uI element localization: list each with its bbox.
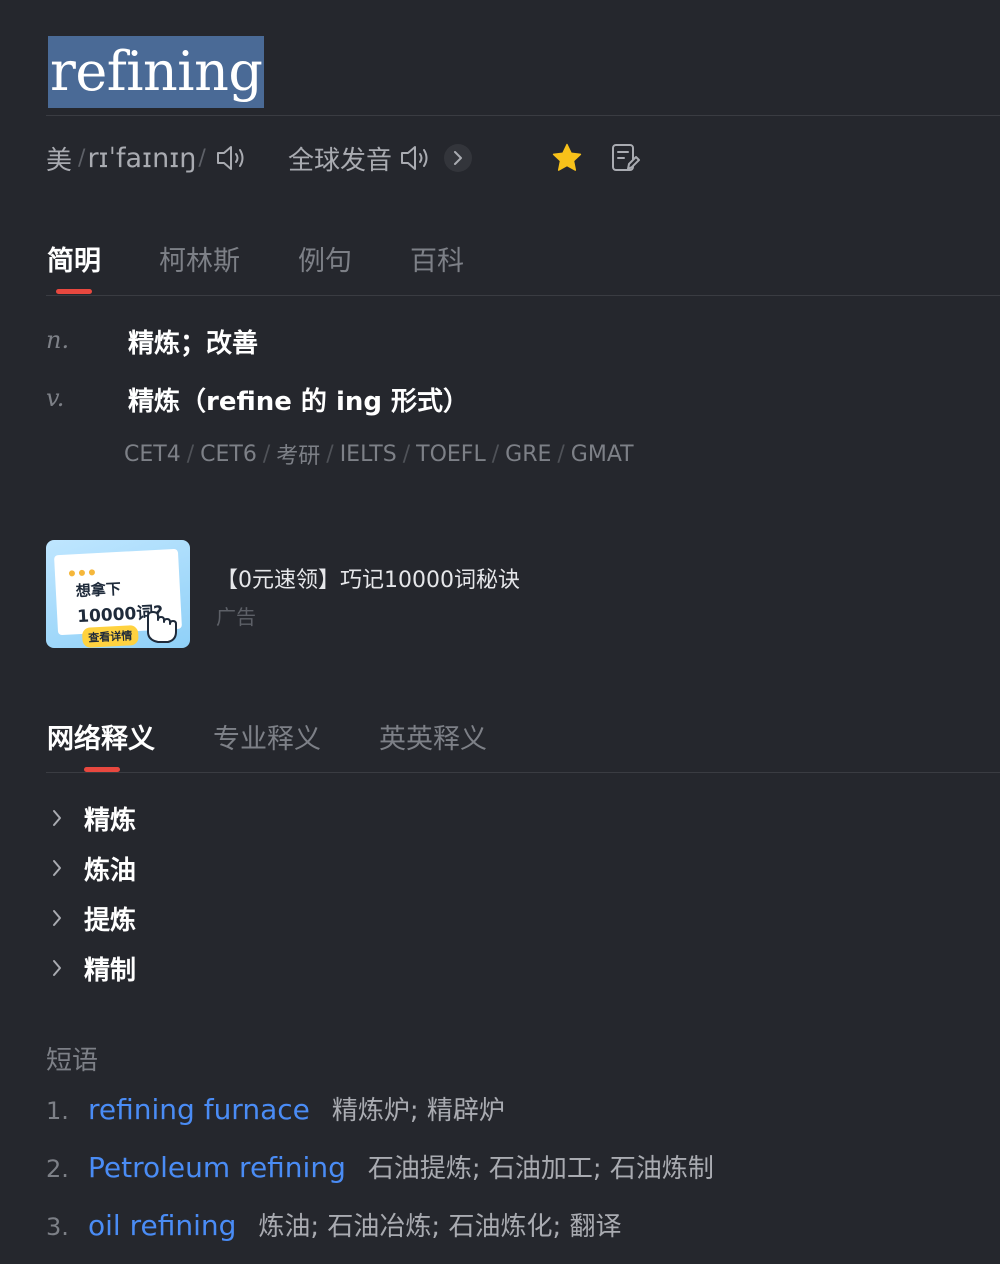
tag-separator: / <box>186 441 195 467</box>
headword: refining <box>48 36 265 108</box>
part-of-speech: v. <box>46 384 65 412</box>
global-pronunciation-label: 全球发音 <box>288 145 393 176</box>
divider <box>46 115 1000 116</box>
pronunciation-row: 美 / rɪˈfaɪnɪŋ / <box>46 138 248 178</box>
web-definition-tabs: 网络释义 专业释义 英英释义 <box>47 716 487 756</box>
tag-separator: / <box>326 441 334 467</box>
divider <box>46 295 1000 296</box>
list-item-label: 炼油 <box>84 855 137 886</box>
tab-web-definition[interactable]: 网络释义 <box>47 717 155 756</box>
list-item[interactable]: 炼油 <box>50 848 136 888</box>
tab-collins[interactable]: 柯林斯 <box>159 239 240 278</box>
divider <box>46 772 1000 773</box>
chevron-right-icon <box>53 860 61 876</box>
chevron-right-icon <box>53 910 61 926</box>
exam-tag: CET6 <box>200 441 257 467</box>
active-tab-indicator <box>56 289 92 294</box>
tab-professional-definition[interactable]: 专业释义 <box>213 717 321 756</box>
tab-concise[interactable]: 简明 <box>47 239 101 278</box>
tag-separator: / <box>491 441 500 467</box>
note-edit-icon[interactable] <box>609 142 641 178</box>
definition-tabs: 简明 柯林斯 例句 百科 <box>47 238 464 278</box>
list-item[interactable]: 精炼 <box>50 798 136 838</box>
exam-tag: GRE <box>505 441 552 467</box>
ad-image-button: 查看详情 <box>81 625 139 648</box>
list-item-label: 精炼 <box>84 805 137 836</box>
phonetic-slash: / <box>78 145 86 171</box>
ad-dots <box>68 569 96 577</box>
exam-tags: CET4 / CET6 / 考研 / IELTS / TOEFL / GRE /… <box>124 438 634 470</box>
chevron-right-icon[interactable] <box>444 144 473 172</box>
tab-english-definition[interactable]: 英英释义 <box>379 717 487 756</box>
definition-text: 精炼（refine 的 ing 形式） <box>128 387 470 417</box>
phrase-translation: 炼油; 石油冶炼; 石油炼化; 翻译 <box>258 1212 622 1242</box>
ad-image-line1: 想拿下 <box>75 579 122 601</box>
phrase-row: 1. refining furnace 精炼炉; 精辟炉 <box>46 1090 505 1130</box>
list-item-label: 精制 <box>84 955 137 986</box>
exam-tag: CET4 <box>124 441 181 467</box>
definition-text: 精炼；改善 <box>128 329 259 359</box>
hand-pointer-icon <box>147 611 177 643</box>
ad-title[interactable]: 【0元速领】巧记10000词秘诀 <box>216 562 520 594</box>
chevron-right-icon <box>53 810 61 826</box>
part-of-speech: n. <box>46 326 70 354</box>
phonetic-slash: / <box>198 145 206 171</box>
chevron-right-icon <box>53 960 61 976</box>
ad-image[interactable]: 想拿下 10000词? 查看详情 <box>46 540 190 648</box>
phrase-number: 3. <box>46 1213 69 1241</box>
phrase-row: 2. Petroleum refining 石油提炼; 石油加工; 石油炼制 <box>46 1148 714 1188</box>
phrase-translation: 石油提炼; 石油加工; 石油炼制 <box>367 1154 714 1184</box>
phrases-title: 短语 <box>46 1046 99 1076</box>
phrase-link[interactable]: oil refining <box>88 1209 236 1242</box>
phrase-link[interactable]: Petroleum refining <box>88 1151 346 1184</box>
list-item[interactable]: 提炼 <box>50 898 136 938</box>
exam-tag: GMAT <box>570 441 634 467</box>
tag-separator: / <box>262 441 271 467</box>
tab-examples[interactable]: 例句 <box>298 239 352 278</box>
list-item-label: 提炼 <box>84 905 137 936</box>
tag-separator: / <box>557 441 565 467</box>
tag-separator: / <box>402 441 411 467</box>
tab-encyclopedia[interactable]: 百科 <box>410 239 464 278</box>
phrase-link[interactable]: refining furnace <box>88 1093 310 1126</box>
exam-tag: IELTS <box>339 441 397 467</box>
speaker-icon[interactable] <box>214 142 248 174</box>
region-label: 美 <box>46 145 73 176</box>
ad-label: 广告 <box>216 605 256 629</box>
speaker-icon[interactable] <box>398 142 432 174</box>
phrase-row: 3. oil refining 炼油; 石油冶炼; 石油炼化; 翻译 <box>46 1206 621 1246</box>
web-definition-list: 精炼 炼油 提炼 精制 <box>50 798 136 988</box>
exam-tag: TOEFL <box>416 441 486 467</box>
global-pronunciation[interactable]: 全球发音 <box>288 138 473 178</box>
star-icon[interactable] <box>550 141 584 179</box>
phrase-number: 2. <box>46 1155 69 1183</box>
phonetic: rɪˈfaɪnɪŋ <box>87 142 197 174</box>
phrase-translation: 精炼炉; 精辟炉 <box>331 1096 505 1126</box>
list-item[interactable]: 精制 <box>50 948 136 988</box>
exam-tag: 考研 <box>276 444 321 469</box>
phrase-number: 1. <box>46 1097 69 1125</box>
